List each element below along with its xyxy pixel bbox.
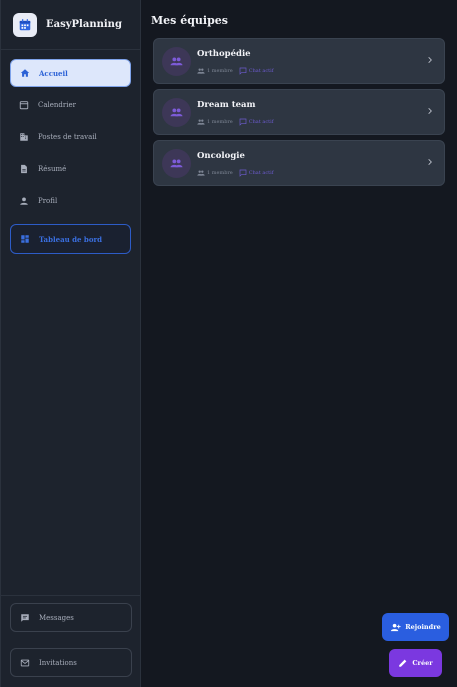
invitations-button[interactable]: Invitations	[10, 648, 132, 677]
page-title: Mes équipes	[151, 14, 228, 27]
app-logo[interactable]	[13, 12, 37, 37]
sidebar-item-label: Accueil	[39, 68, 68, 78]
team-meta: 1 membre Chat actif	[197, 67, 274, 75]
create-label: Créer	[412, 659, 433, 667]
team-avatar	[162, 149, 191, 178]
calendar-icon	[19, 100, 29, 110]
sidebar-item-tableau-de-bord[interactable]: Tableau de bord	[10, 224, 131, 254]
mail-icon	[20, 658, 30, 668]
calendar-icon	[19, 18, 31, 30]
chevron-right-icon	[426, 158, 434, 166]
person-add-icon	[390, 622, 401, 633]
members-icon	[197, 118, 205, 126]
person-icon	[19, 196, 29, 206]
team-members: 1 membre	[207, 68, 233, 74]
document-icon	[19, 164, 29, 174]
chat-icon	[239, 67, 247, 75]
team-chat-label: Chat actif	[248, 170, 274, 176]
chevron-right-icon	[426, 107, 434, 115]
brand: EasyPlanning	[1, 0, 140, 50]
team-meta: 1 membre Chat actif	[197, 118, 274, 126]
team-chat-status: Chat actif	[239, 169, 274, 177]
app-name: EasyPlanning	[46, 19, 122, 30]
team-chat-status: Chat actif	[239, 118, 274, 126]
messages-label: Messages	[39, 613, 74, 622]
join-label: Rejoindre	[405, 623, 441, 631]
sidebar-item-label: Postes de travail	[38, 133, 97, 141]
main-content: Mes équipes Orthopédie 1 membre Chat act…	[142, 0, 457, 687]
sidebar-item-label: Tableau de bord	[39, 234, 103, 244]
team-name: Dream team	[197, 100, 256, 110]
sidebar-item-profil[interactable]: Profil	[10, 187, 131, 215]
team-members: 1 membre	[207, 170, 233, 176]
members-icon	[197, 67, 205, 75]
members-icon	[197, 169, 205, 177]
team-avatar	[162, 47, 191, 76]
team-card[interactable]: Oncologie 1 membre Chat actif	[153, 140, 445, 186]
team-chat-label: Chat actif	[248, 68, 274, 74]
group-icon	[170, 108, 183, 117]
team-avatar	[162, 98, 191, 127]
sidebar-bottom: Messages Invitations	[1, 595, 140, 687]
create-team-button[interactable]: Créer	[389, 649, 442, 677]
sidebar-item-postes[interactable]: Postes de travail	[10, 123, 131, 151]
team-card[interactable]: Orthopédie 1 membre Chat actif	[153, 38, 445, 84]
sidebar-item-calendrier[interactable]: Calendrier	[10, 91, 131, 119]
dashboard-icon	[20, 234, 30, 244]
chat-icon	[239, 118, 247, 126]
messages-button[interactable]: Messages	[10, 603, 132, 632]
team-name: Oncologie	[197, 151, 245, 161]
sidebar-item-resume[interactable]: Résumé	[10, 155, 131, 183]
join-team-button[interactable]: Rejoindre	[382, 613, 449, 641]
chat-icon	[239, 169, 247, 177]
sidebar: EasyPlanning Accueil Calendrier Postes d…	[0, 0, 141, 687]
team-chat-status: Chat actif	[239, 67, 274, 75]
pencil-icon	[398, 658, 408, 668]
team-chat-label: Chat actif	[248, 119, 274, 125]
building-icon	[19, 132, 29, 142]
sidebar-item-label: Profil	[38, 197, 58, 205]
sidebar-item-accueil[interactable]: Accueil	[10, 59, 131, 87]
team-members: 1 membre	[207, 119, 233, 125]
message-icon	[20, 613, 30, 623]
group-icon	[170, 159, 183, 168]
team-meta: 1 membre Chat actif	[197, 169, 274, 177]
team-name: Orthopédie	[197, 49, 251, 59]
invitations-label: Invitations	[39, 658, 77, 667]
sidebar-item-label: Résumé	[38, 165, 67, 173]
team-card[interactable]: Dream team 1 membre Chat actif	[153, 89, 445, 135]
sidebar-item-label: Calendrier	[38, 101, 76, 109]
chevron-right-icon	[426, 56, 434, 64]
home-icon	[20, 68, 30, 78]
group-icon	[170, 57, 183, 66]
sidebar-nav: Accueil Calendrier Postes de travail Rés…	[1, 50, 140, 254]
